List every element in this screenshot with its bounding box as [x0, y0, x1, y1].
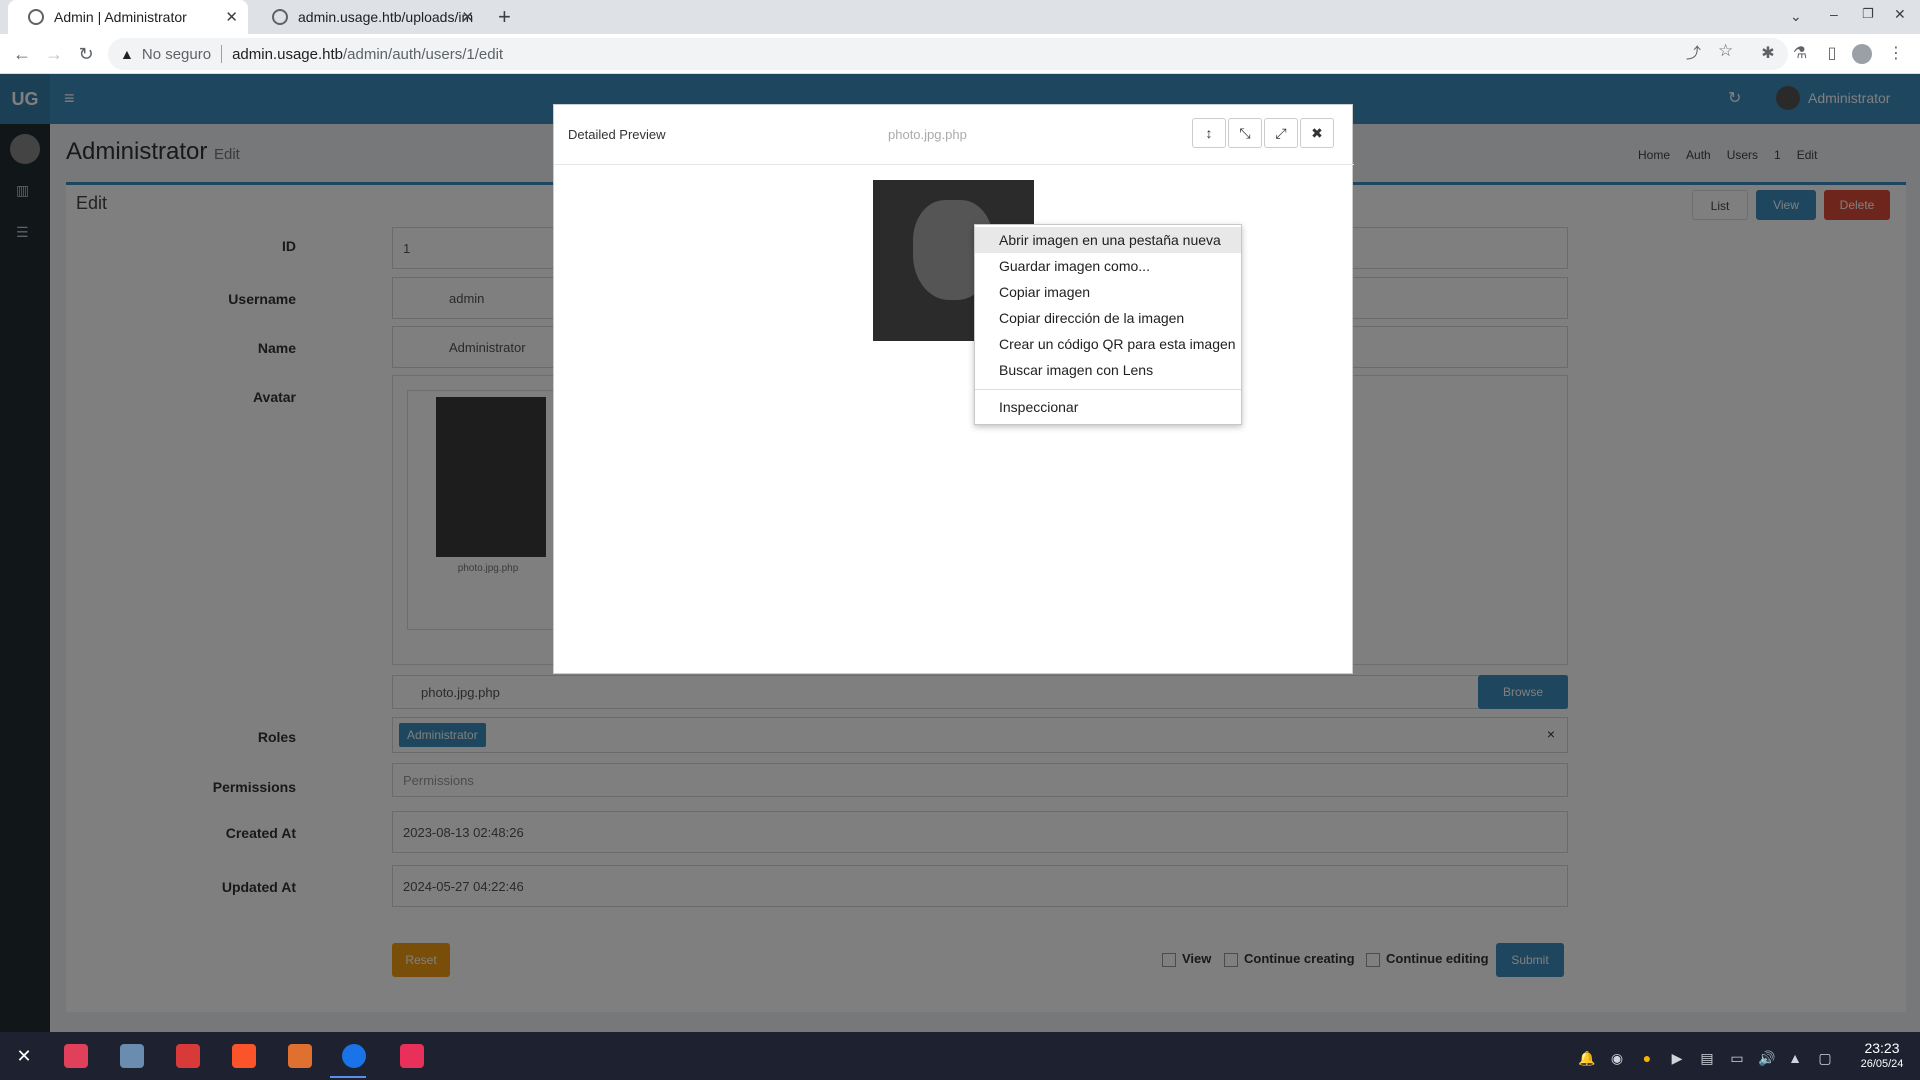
- brave-app-icon[interactable]: [232, 1044, 256, 1068]
- labs-icon[interactable]: ⚗: [1788, 42, 1812, 66]
- url-host: admin.usage.htb: [232, 45, 343, 63]
- rotate-icon[interactable]: ↕: [1192, 118, 1226, 148]
- url-path: /admin/auth/users/1/edit: [343, 45, 504, 63]
- restore-icon[interactable]: ❐: [1862, 6, 1874, 22]
- fullscreen-icon[interactable]: ⤢: [1264, 118, 1298, 148]
- modal-close-icon[interactable]: ✖: [1300, 118, 1334, 148]
- modal-filename: photo.jpg.php: [888, 127, 967, 142]
- warning-icon[interactable]: ▲: [120, 46, 134, 62]
- settings-tray-icon[interactable]: ◉: [1608, 1049, 1626, 1067]
- share-icon[interactable]: ⤴: [1686, 42, 1701, 63]
- clock-time[interactable]: 23:23: [1852, 1040, 1912, 1056]
- modal-header: Detailed Preview photo.jpg.php ↕ ⤡ ⤢ ✖: [554, 105, 1354, 165]
- close-tab-icon[interactable]: ✕: [225, 8, 238, 26]
- chrome-app-icon[interactable]: [342, 1044, 366, 1068]
- extensions-icon[interactable]: ✱: [1756, 42, 1780, 66]
- forward-icon[interactable]: →: [42, 42, 66, 66]
- burp-app-icon[interactable]: [288, 1044, 312, 1068]
- files-app-icon[interactable]: [120, 1044, 144, 1068]
- volume-tray-icon[interactable]: 🔊: [1758, 1049, 1776, 1067]
- terminal-app-icon[interactable]: [64, 1044, 88, 1068]
- security-label[interactable]: No seguro: [142, 46, 211, 63]
- side-panel-icon[interactable]: ▯: [1820, 42, 1844, 66]
- window-close-icon[interactable]: ✕: [1894, 6, 1906, 23]
- tab-title: admin.usage.htb/uploads/im: [298, 9, 474, 25]
- ctx-inspect[interactable]: Inspeccionar: [975, 394, 1241, 420]
- browser-toolbar: ← → ↻ ▲ No seguro admin.usage.htb /admin…: [0, 34, 1920, 74]
- reload-icon[interactable]: ↻: [74, 42, 98, 66]
- ctx-search-lens[interactable]: Buscar imagen con Lens: [975, 357, 1241, 383]
- tray-expand-icon[interactable]: ▲: [1786, 1049, 1804, 1067]
- clipboard-tray-icon[interactable]: ▤: [1698, 1049, 1716, 1067]
- ctx-divider: [975, 389, 1241, 390]
- start-menu-icon[interactable]: ✕: [12, 1044, 36, 1068]
- fit-icon[interactable]: ⤡: [1228, 118, 1262, 148]
- globe-icon: [28, 9, 44, 25]
- menu-kebab-icon[interactable]: ⋮: [1884, 42, 1908, 66]
- minimize-icon[interactable]: –: [1830, 6, 1838, 22]
- tab-admin[interactable]: Admin | Administrator ✕: [8, 0, 248, 34]
- tab-title: Admin | Administrator: [54, 9, 187, 25]
- tab-search-icon[interactable]: ⌄: [1790, 8, 1802, 25]
- bookmark-star-icon[interactable]: ☆: [1718, 41, 1733, 61]
- active-app-indicator: [330, 1076, 366, 1078]
- media-tray-icon[interactable]: ▶: [1668, 1049, 1686, 1067]
- show-desktop-icon[interactable]: ▢: [1816, 1049, 1834, 1067]
- network-tray-icon[interactable]: ▭: [1728, 1049, 1746, 1067]
- browser-tab-bar: Admin | Administrator ✕ admin.usage.htb/…: [0, 0, 1920, 34]
- new-tab-button[interactable]: +: [498, 4, 511, 30]
- modal-title: Detailed Preview: [568, 127, 666, 142]
- profile-avatar[interactable]: [1852, 44, 1872, 64]
- ctx-open-new-tab[interactable]: Abrir imagen en una pestaña nueva: [975, 227, 1241, 253]
- address-bar[interactable]: ▲ No seguro admin.usage.htb /admin/auth/…: [108, 38, 1788, 70]
- ctx-copy-image-address[interactable]: Copiar dirección de la imagen: [975, 305, 1241, 331]
- divider: [221, 45, 223, 63]
- tab-uploads[interactable]: admin.usage.htb/uploads/im ✕: [252, 0, 484, 34]
- screenshot-app-icon[interactable]: [400, 1044, 424, 1068]
- close-tab-icon[interactable]: ✕: [461, 8, 474, 26]
- notifications-icon[interactable]: 🔔: [1578, 1049, 1596, 1067]
- ctx-create-qr[interactable]: Crear un código QR para esta imagen: [975, 331, 1241, 357]
- globe-icon: [272, 9, 288, 25]
- ctx-save-image[interactable]: Guardar imagen como...: [975, 253, 1241, 279]
- back-icon[interactable]: ←: [10, 42, 34, 66]
- image-context-menu: Abrir imagen en una pestaña nueva Guarda…: [974, 224, 1242, 425]
- clock-date[interactable]: 26/05/24: [1852, 1058, 1912, 1070]
- app-launcher-icon[interactable]: [176, 1044, 200, 1068]
- ctx-copy-image[interactable]: Copiar imagen: [975, 279, 1241, 305]
- vpn-tray-icon[interactable]: ●: [1638, 1049, 1656, 1067]
